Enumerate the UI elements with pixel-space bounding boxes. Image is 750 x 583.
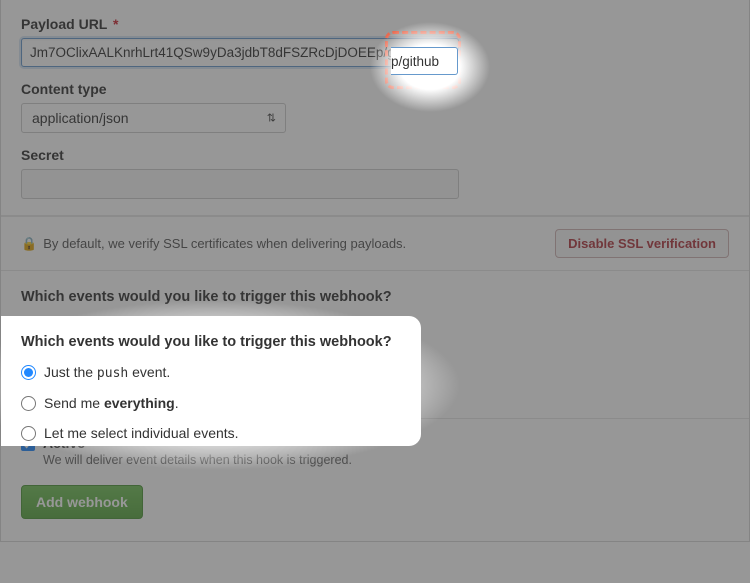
event-radio-everything[interactable]: [21, 351, 36, 366]
events-section: Which events would you like to trigger t…: [1, 271, 749, 418]
event-radio-individual[interactable]: [21, 381, 36, 396]
required-asterisk: *: [113, 16, 118, 32]
active-description: We will deliver event details when this …: [43, 453, 352, 467]
event-radio-push[interactable]: [21, 320, 36, 335]
submit-section: Add webhook: [1, 477, 749, 541]
content-type-select[interactable]: application/json: [21, 103, 286, 133]
content-type-label: Content type: [21, 81, 729, 97]
payload-url-input[interactable]: [21, 38, 459, 67]
active-title: Active: [43, 435, 352, 451]
active-section: Active We will deliver event details whe…: [1, 418, 749, 477]
event-label-everything: Send me everything.: [44, 350, 179, 366]
event-label-push: Just the push event.: [44, 319, 170, 336]
event-option-push[interactable]: Just the push event.: [21, 319, 729, 336]
disable-ssl-button[interactable]: Disable SSL verification: [555, 229, 729, 258]
event-label-individual: Let me select individual events.: [44, 380, 239, 396]
events-heading: Which events would you like to trigger t…: [21, 289, 729, 305]
lock-icon: 🔒: [21, 236, 37, 252]
secret-label: Secret: [21, 147, 729, 163]
add-webhook-button[interactable]: Add webhook: [21, 485, 143, 519]
payload-url-label: Payload URL *: [21, 16, 729, 32]
ssl-section: 🔒 By default, we verify SSL certificates…: [1, 216, 749, 271]
secret-input[interactable]: [21, 169, 459, 199]
webhook-form: Payload URL * Content type application/j…: [0, 0, 750, 542]
payload-section: Payload URL * Content type application/j…: [1, 0, 749, 216]
event-option-everything[interactable]: Send me everything.: [21, 350, 729, 366]
event-option-individual[interactable]: Let me select individual events.: [21, 380, 729, 396]
ssl-description: By default, we verify SSL certificates w…: [43, 236, 406, 251]
active-checkbox[interactable]: [21, 437, 35, 451]
